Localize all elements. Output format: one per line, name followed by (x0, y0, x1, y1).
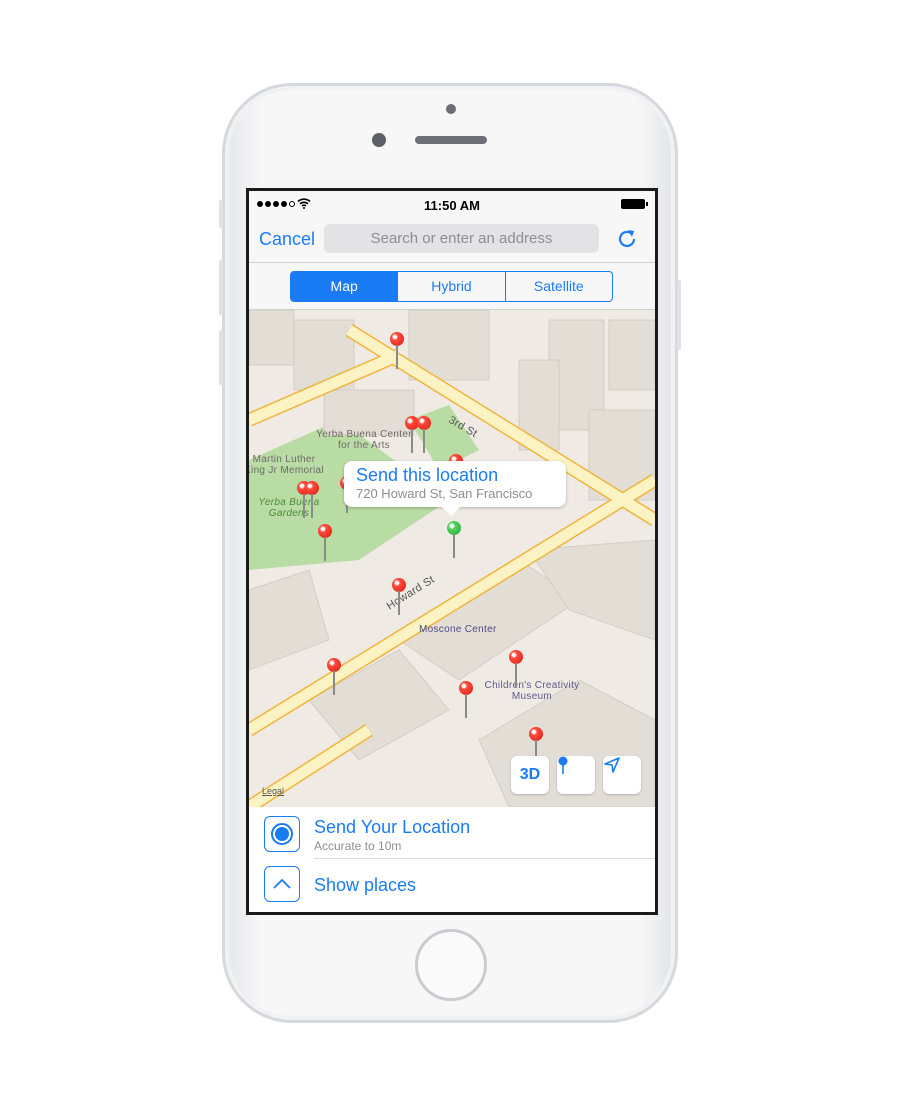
pin-head (417, 416, 431, 430)
pin-head (509, 650, 523, 664)
drop-pin-button[interactable] (557, 756, 595, 794)
pin-stick (515, 663, 517, 687)
send-your-location-title: Send Your Location (314, 817, 471, 837)
pin-head (459, 681, 473, 695)
status-time: 11:50 AM (424, 198, 480, 213)
bottom-panel: Send Your Location Accurate to 10m Show … (249, 807, 655, 912)
earpiece-speaker (415, 136, 487, 144)
segment-satellite[interactable]: Satellite (504, 272, 612, 301)
show-places-title: Show places (314, 875, 417, 895)
pin-head (390, 332, 404, 346)
status-bar: 11:50 AM (249, 191, 655, 219)
map-pin-red[interactable] (305, 481, 319, 521)
volume-up-button (219, 260, 223, 315)
pin-head (305, 481, 319, 495)
volume-down-button (219, 330, 223, 385)
label-childrens-museum: Children's Creativity Museum (484, 680, 580, 702)
pin-stick (453, 534, 455, 558)
label-mlk-memorial: Martin Luther King Jr Memorial (249, 454, 324, 476)
pin-head (447, 521, 461, 535)
mute-switch (219, 200, 223, 228)
battery-icon (621, 199, 648, 209)
current-location-icon (264, 816, 300, 852)
map-type-bar: Map Hybrid Satellite (249, 263, 655, 310)
chevron-up-icon (264, 866, 300, 902)
show-places-row[interactable]: Show places (249, 859, 655, 909)
pin-stick (465, 694, 467, 718)
nav-bar: Cancel Search or enter an address (249, 219, 655, 263)
map-view[interactable]: Yerba Buena Center for the Arts Martin L… (249, 310, 655, 807)
location-arrow-icon (604, 757, 620, 773)
label-moscone-center: Moscone Center (419, 624, 497, 635)
send-this-location-callout[interactable]: Send this location 720 Howard St, San Fr… (344, 461, 566, 516)
map-type-segmented-control: Map Hybrid Satellite (290, 271, 613, 302)
pin-head (529, 727, 543, 741)
pin-head (318, 524, 332, 538)
pin-head (392, 578, 406, 592)
label-yerba-buena-center: Yerba Buena Center for the Arts (316, 429, 412, 451)
map-pin-selected[interactable] (447, 521, 461, 561)
pin-stick (311, 494, 313, 518)
pin-icon (558, 756, 568, 774)
send-your-location-row[interactable]: Send Your Location Accurate to 10m (249, 807, 655, 859)
front-camera (372, 133, 386, 147)
screen: 11:50 AM Cancel Search or enter an addre… (246, 188, 658, 915)
current-location-button[interactable] (603, 756, 641, 794)
callout-address: 720 Howard St, San Francisco (356, 486, 533, 501)
map-pin-red[interactable] (417, 416, 431, 456)
pin-head (327, 658, 341, 672)
refresh-icon[interactable] (615, 227, 639, 251)
map-pin-red[interactable] (509, 650, 523, 690)
segment-hybrid[interactable]: Hybrid (397, 272, 504, 301)
callout-title: Send this location (356, 465, 499, 485)
legal-link[interactable]: Legal (262, 786, 284, 796)
home-button[interactable] (415, 929, 487, 1001)
pin-stick (396, 345, 398, 369)
map-pin-red[interactable] (390, 332, 404, 372)
pin-stick (423, 429, 425, 453)
pin-stick (398, 591, 400, 615)
map-pin-red[interactable] (392, 578, 406, 618)
proximity-sensor (446, 104, 456, 114)
map-pin-red[interactable] (318, 524, 332, 564)
pin-stick (333, 671, 335, 695)
pin-stick (324, 537, 326, 561)
map-pin-red[interactable] (327, 658, 341, 698)
pin-stick (411, 429, 413, 453)
segment-map[interactable]: Map (291, 272, 398, 301)
cancel-button[interactable]: Cancel (259, 229, 315, 250)
3d-button[interactable]: 3D (511, 756, 549, 794)
accuracy-text: Accurate to 10m (314, 839, 402, 853)
search-input[interactable]: Search or enter an address (324, 224, 599, 253)
power-button (677, 280, 681, 350)
map-pin-red[interactable] (459, 681, 473, 721)
